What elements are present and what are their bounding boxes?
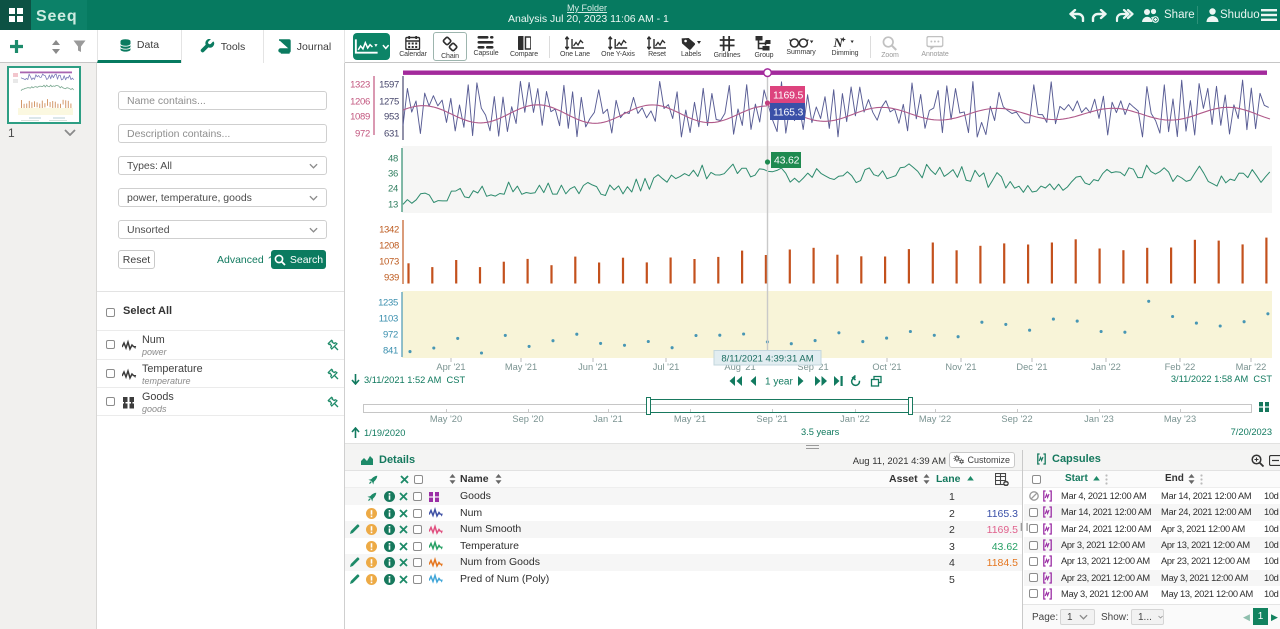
svg-text:48: 48 (388, 154, 398, 165)
svg-text:939: 939 (384, 273, 399, 284)
svg-text:36: 36 (388, 169, 398, 180)
svg-text:1089: 1089 (350, 112, 370, 123)
svg-text:43.62: 43.62 (774, 155, 800, 167)
svg-text:1275: 1275 (379, 97, 399, 108)
svg-text:Apr '21: Apr '21 (436, 362, 465, 372)
svg-text:1323: 1323 (350, 80, 370, 91)
svg-text:1208: 1208 (379, 241, 399, 252)
svg-text:Dec '21: Dec '21 (1016, 362, 1047, 372)
svg-text:953: 953 (384, 112, 399, 123)
svg-text:1235: 1235 (378, 298, 398, 309)
svg-text:Jul '21: Jul '21 (653, 362, 680, 372)
svg-text:24: 24 (388, 184, 398, 195)
svg-text:972: 972 (355, 129, 370, 140)
svg-text:N: N (834, 36, 844, 49)
svg-text:1103: 1103 (379, 314, 398, 325)
svg-text:631: 631 (384, 129, 399, 140)
svg-text:Jan '22: Jan '22 (1091, 362, 1121, 372)
svg-text:972: 972 (383, 330, 398, 341)
svg-text:Seeq: Seeq (36, 8, 77, 25)
svg-text:13: 13 (388, 200, 398, 211)
svg-text:1165.3: 1165.3 (773, 107, 803, 119)
svg-text:1073: 1073 (379, 257, 399, 268)
svg-text:May '21: May '21 (505, 362, 537, 372)
svg-text:1342: 1342 (379, 225, 399, 236)
svg-text:1169.5: 1169.5 (773, 90, 803, 102)
svg-text:Feb '22: Feb '22 (1165, 362, 1196, 372)
svg-text:1 year: 1 year (765, 377, 793, 388)
svg-text:8/11/2021 4:39:31 AM: 8/11/2021 4:39:31 AM (721, 354, 813, 365)
svg-text:841: 841 (383, 346, 398, 357)
svg-text:Oct '21: Oct '21 (872, 362, 901, 372)
svg-text:1206: 1206 (350, 97, 370, 108)
svg-text:Jun '21: Jun '21 (578, 362, 608, 372)
svg-text:Nov '21: Nov '21 (945, 362, 976, 372)
svg-text:Mar '22: Mar '22 (1236, 362, 1267, 372)
svg-text:1597: 1597 (379, 80, 399, 91)
